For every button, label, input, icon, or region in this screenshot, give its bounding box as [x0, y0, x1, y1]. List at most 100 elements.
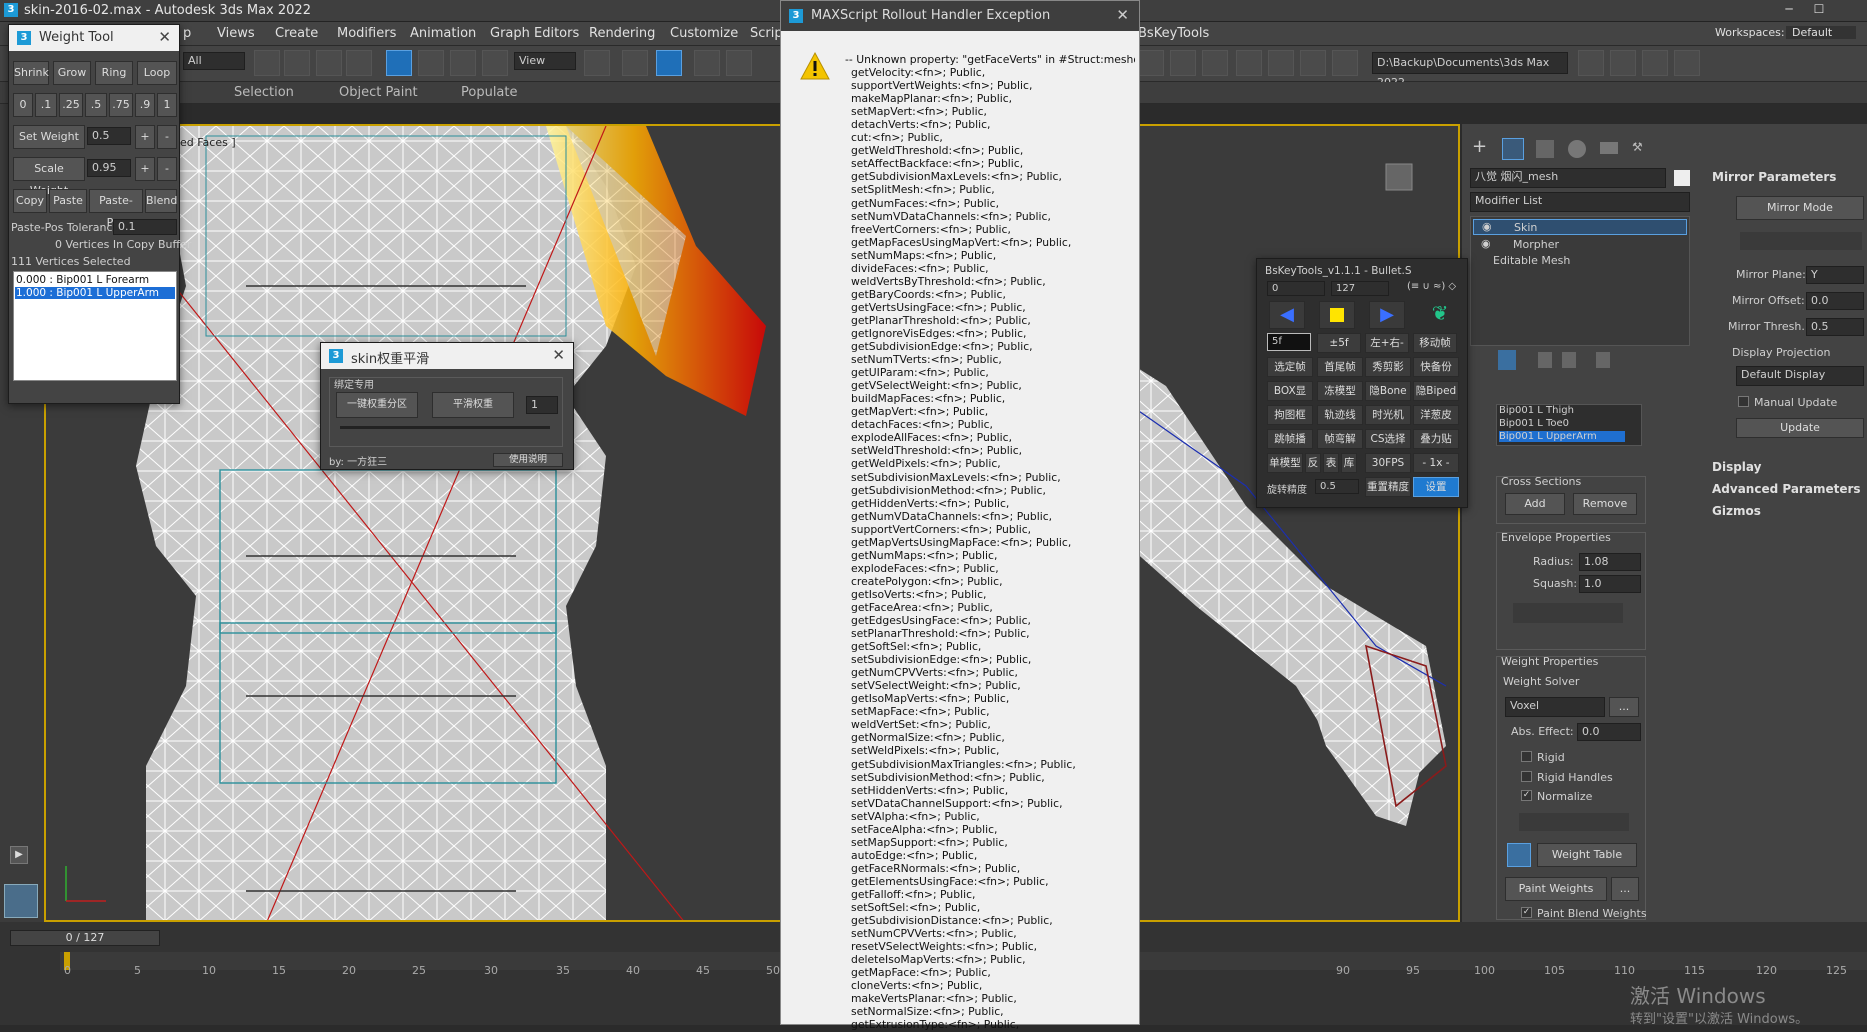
render-setup-icon[interactable] [1236, 50, 1262, 76]
bsk-button[interactable]: 冻模型 [1317, 381, 1363, 401]
mirror-thresh-spinner[interactable]: 0.5 [1806, 318, 1864, 336]
object-name-field[interactable]: 八觉 烟闪_mesh [1470, 168, 1666, 188]
region-select-icon[interactable] [316, 50, 342, 76]
solver-options-button[interactable]: ... [1609, 697, 1639, 717]
render-icon[interactable] [1300, 50, 1326, 76]
curve-editor-icon[interactable] [1138, 50, 1164, 76]
viewport[interactable]: dged Faces ] [44, 124, 1460, 922]
smooth-weight-button[interactable]: 平滑权重 [432, 392, 514, 418]
close-icon[interactable]: ✕ [552, 346, 565, 364]
scale-minus-button[interactable]: - [157, 157, 177, 181]
schematic-view-icon[interactable] [1170, 50, 1196, 76]
left-right-button[interactable]: 左+右- [1365, 333, 1409, 353]
menu-bskeytools[interactable]: BsKeyTools [1138, 26, 1209, 41]
list-item[interactable]: Bip001 L Toe0 [1499, 418, 1569, 429]
rotate-icon[interactable] [418, 50, 444, 76]
menu-item[interactable]: p [183, 26, 191, 41]
bsk-button[interactable]: 跳帧播 [1267, 429, 1313, 449]
menu-graph-editors[interactable]: Graph Editors [490, 26, 579, 41]
bsk-button[interactable]: 时光机 [1365, 405, 1411, 425]
bsk-button[interactable]: 隐Biped [1413, 381, 1459, 401]
weight-solver-dropdown[interactable]: Voxel [1505, 697, 1605, 717]
display-tab-icon[interactable] [1600, 142, 1618, 154]
vertex-weight-list[interactable]: 0.000 : Bip001 L Forearm 1.000 : Bip001 … [13, 271, 177, 381]
set-weight-spinner[interactable]: 0.5 [87, 127, 131, 145]
material-editor-icon[interactable] [1202, 50, 1228, 76]
weight-minus-button[interactable]: - [157, 125, 177, 149]
preset-09-button[interactable]: .9 [135, 93, 155, 117]
close-icon[interactable]: ✕ [1116, 6, 1129, 24]
window-crossing-icon[interactable] [346, 50, 372, 76]
object-color-swatch[interactable] [1674, 170, 1690, 186]
mirror-offset-spinner[interactable]: 0.0 [1806, 292, 1864, 310]
bsk-button[interactable]: 洋葱皮 [1413, 405, 1459, 425]
reverse-button[interactable]: 反 [1305, 453, 1321, 473]
frame-step-field[interactable]: 5f [1267, 333, 1311, 351]
bsk-button[interactable]: 首尾帧 [1317, 357, 1363, 377]
weight-tools-icon[interactable] [1519, 813, 1629, 831]
bsk-button[interactable]: 轨迹线 [1317, 405, 1363, 425]
bsk-button[interactable]: 隐Bone [1365, 381, 1411, 401]
eye-icon[interactable]: ◉ [1481, 237, 1491, 250]
project-settings-icon[interactable] [1674, 50, 1700, 76]
bsk-button[interactable]: BOX显 [1267, 381, 1313, 401]
stop-icon[interactable] [1319, 301, 1355, 329]
time-slider[interactable]: 0 / 127 [10, 930, 160, 946]
plus-minus-5f-button[interactable]: ±5f [1317, 333, 1361, 353]
preset-05-button[interactable]: .5 [85, 93, 107, 117]
stack-item-morpher[interactable]: Morpher ◉ [1473, 237, 1687, 253]
preset-025-button[interactable]: .25 [59, 93, 83, 117]
stack-item-skin[interactable]: Skin ◉ [1473, 219, 1687, 235]
radius-spinner[interactable]: 1.08 [1579, 553, 1641, 571]
normalize-checkbox[interactable]: ✓ [1521, 790, 1532, 801]
menu-customize[interactable]: Customize [670, 26, 738, 41]
next-key-icon[interactable]: ▶ [1369, 301, 1405, 329]
keyboard-shortcut-icon[interactable] [656, 50, 682, 76]
motion-tab-icon[interactable] [1568, 140, 1586, 158]
menu-views[interactable]: Views [217, 26, 255, 41]
list-item[interactable]: 0.000 : Bip001 L Forearm [16, 274, 149, 286]
manual-update-checkbox[interactable] [1738, 396, 1749, 407]
menu-rendering[interactable]: Rendering [589, 26, 655, 41]
project-save-icon[interactable] [1642, 50, 1668, 76]
weight-partition-button[interactable]: 一键权重分区 [336, 392, 418, 418]
menu-animation[interactable]: Animation [410, 26, 476, 41]
bsk-button[interactable]: 选定帧 [1267, 357, 1313, 377]
modifier-list-dropdown[interactable]: Modifier List [1470, 192, 1690, 212]
list-item[interactable]: Bip001 L Thigh [1499, 405, 1574, 416]
scale-weight-button[interactable]: Scale Weight [13, 157, 85, 197]
ring-button[interactable]: Ring [95, 61, 133, 85]
display-rollout-header[interactable]: Display [1712, 460, 1761, 474]
paste-button[interactable]: Paste [49, 189, 87, 213]
snap-toggle-icon[interactable] [694, 50, 720, 76]
viewcube-icon[interactable] [1385, 163, 1413, 191]
project-open-icon[interactable] [1610, 50, 1636, 76]
blend-button[interactable]: Blend [145, 189, 177, 213]
abs-effect-spinner[interactable]: 0.0 [1577, 723, 1641, 741]
selection-filter-dropdown[interactable]: All [183, 52, 245, 70]
preset-075-button[interactable]: .75 [109, 93, 133, 117]
preset-0-button[interactable]: 0 [13, 93, 33, 117]
advanced-parameters-header[interactable]: Advanced Parameters [1712, 482, 1861, 496]
library-button[interactable]: 库 [1341, 453, 1357, 473]
help-button[interactable]: 使用说明 [493, 453, 563, 467]
gizmos-header[interactable]: Gizmos [1712, 504, 1761, 518]
remove-button[interactable]: Remove [1573, 493, 1637, 515]
move-frame-button[interactable]: 移动帧 [1413, 333, 1457, 353]
precision-spinner[interactable]: 0.5 [1315, 479, 1359, 494]
select-object-icon[interactable] [254, 50, 280, 76]
tab-populate[interactable]: Populate [461, 85, 518, 100]
create-tab-icon[interactable]: + [1472, 138, 1492, 158]
display-projection-dropdown[interactable]: Default Display [1736, 366, 1864, 386]
copy-button[interactable]: Copy [13, 189, 47, 213]
move-icon[interactable] [386, 50, 412, 76]
fps-button[interactable]: 30FPS [1365, 453, 1411, 473]
bsk-button[interactable]: 快备份 [1413, 357, 1459, 377]
bone-list[interactable]: Bip001 L Thigh Bip001 L Toe0 Bip001 L Up… [1496, 404, 1642, 446]
scale-plus-button[interactable]: + [135, 157, 155, 181]
render-production-icon[interactable] [1332, 50, 1358, 76]
close-icon[interactable]: ✕ [158, 28, 171, 46]
render-frame-icon[interactable] [1268, 50, 1294, 76]
menu-create[interactable]: Create [275, 26, 318, 41]
pin-stack-icon[interactable] [1498, 350, 1516, 370]
